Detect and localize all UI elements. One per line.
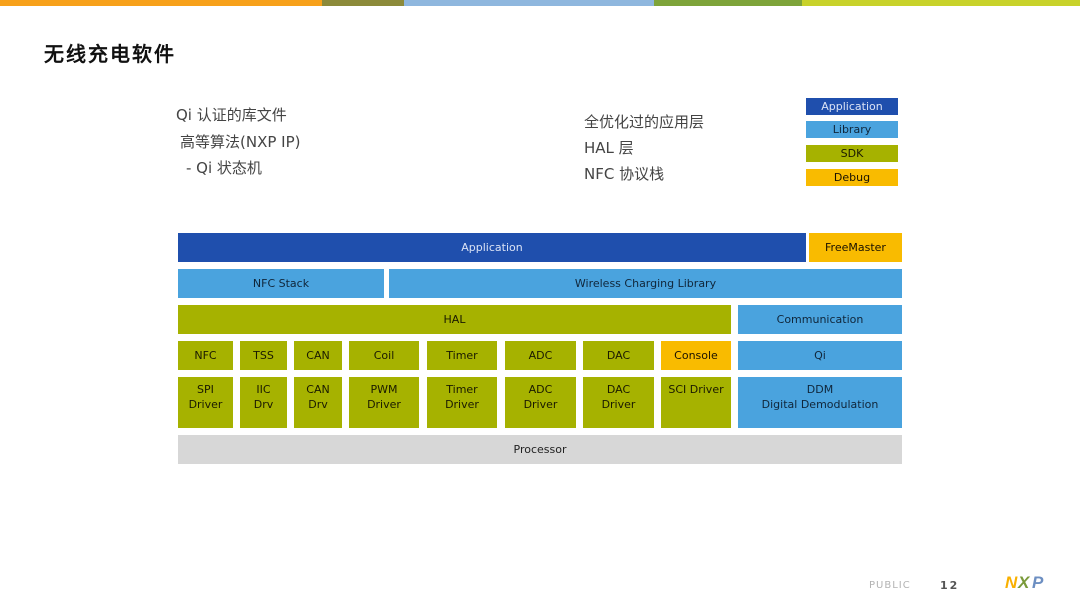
note-right-2: HAL 层 <box>584 139 634 157</box>
block-timer-driver: Timer Driver <box>427 377 497 428</box>
svg-text:N: N <box>1005 573 1018 592</box>
block-ddm: DDM Digital Demodulation <box>738 377 902 428</box>
note-left-1: Qi 认证的库文件 <box>176 106 287 124</box>
top-bar-segment-1 <box>0 0 322 6</box>
block-timer: Timer <box>427 341 497 370</box>
note-left-2: 高等算法(NXP IP) <box>180 133 301 151</box>
block-coil: Coil <box>349 341 419 370</box>
block-adc-driver: ADC Driver <box>505 377 576 428</box>
legend-application: Application <box>806 98 898 115</box>
block-wireless-charging-library: Wireless Charging Library <box>389 269 902 298</box>
block-dac: DAC <box>583 341 654 370</box>
legend-sdk: SDK <box>806 145 898 162</box>
page-number: 12 <box>940 579 960 592</box>
footer-public-label: PUBLIC <box>869 580 911 591</box>
note-right-1: 全优化过的应用层 <box>584 113 705 131</box>
top-bar-segment-3 <box>404 0 654 6</box>
legend-library: Library <box>806 121 898 138</box>
note-right-3: NFC 协议栈 <box>584 165 665 183</box>
nxp-logo: N X P <box>1005 573 1044 592</box>
block-iic-drv: IIC Drv <box>240 377 287 428</box>
block-freemaster: FreeMaster <box>809 233 902 262</box>
block-spi-driver: SPI Driver <box>178 377 233 428</box>
block-tss: TSS <box>240 341 287 370</box>
block-nfc-stack: NFC Stack <box>178 269 384 298</box>
svg-text:P: P <box>1032 573 1044 592</box>
legend-debug: Debug <box>806 169 898 186</box>
block-sci-driver: SCI Driver <box>661 377 731 428</box>
note-left-3: - Qi 状态机 <box>186 159 262 177</box>
block-qi: Qi <box>738 341 902 370</box>
block-can-drv: CAN Drv <box>294 377 342 428</box>
slide-title: 无线充电软件 <box>44 42 176 66</box>
block-application: Application <box>178 233 806 262</box>
block-nfc: NFC <box>178 341 233 370</box>
top-bar-segment-2 <box>322 0 404 6</box>
top-bar-segment-4 <box>654 0 802 6</box>
block-processor: Processor <box>178 435 902 464</box>
top-bar-segment-5 <box>802 0 1080 6</box>
block-adc: ADC <box>505 341 576 370</box>
block-pwm-driver: PWM Driver <box>349 377 419 428</box>
svg-text:X: X <box>1017 573 1031 592</box>
block-dac-driver: DAC Driver <box>583 377 654 428</box>
block-hal: HAL <box>178 305 731 334</box>
block-communication: Communication <box>738 305 902 334</box>
block-console: Console <box>661 341 731 370</box>
block-can: CAN <box>294 341 342 370</box>
